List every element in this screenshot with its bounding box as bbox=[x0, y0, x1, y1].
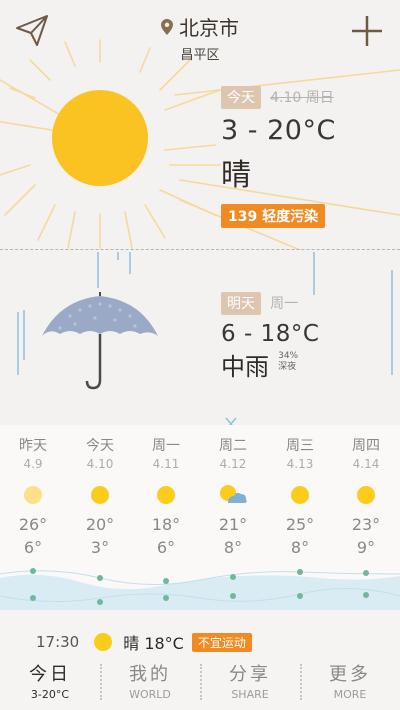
tomorrow-weekday: 周一 bbox=[270, 296, 299, 312]
today-temp: 3 - 20°C bbox=[221, 115, 336, 146]
tomorrow-panel: 明天 周一 6 - 18°C 中雨 34% 深夜 bbox=[0, 250, 400, 425]
sun-icon bbox=[91, 486, 109, 504]
forecast-low: 8° bbox=[290, 538, 310, 557]
rain-info: 34% 深夜 bbox=[278, 351, 298, 373]
forecast-icon-wrap bbox=[336, 479, 396, 511]
current-conditions: 17:30 晴 18°C 不宜运动 bbox=[36, 630, 252, 654]
forecast-icon-wrap bbox=[270, 479, 330, 511]
forecast-date: 4.12 bbox=[219, 457, 247, 471]
forecast-weekday: 周二 bbox=[219, 438, 247, 454]
forecast-icon-wrap bbox=[3, 479, 63, 511]
district-name: 昌平区 bbox=[180, 48, 220, 63]
sun-icon bbox=[24, 486, 42, 504]
partly-cloudy-icon bbox=[220, 485, 247, 503]
forecast-weekday: 今天 bbox=[86, 438, 114, 454]
sun-icon bbox=[291, 486, 309, 504]
forecast-weekday: 周一 bbox=[152, 438, 180, 454]
forecast-low: 6° bbox=[156, 538, 176, 557]
forecast-high: 26° bbox=[18, 515, 48, 534]
forecast-day[interactable]: 周一 4.11 18° 6° bbox=[136, 435, 196, 557]
forecast-low: 3° bbox=[90, 538, 110, 557]
rain-time: 深夜 bbox=[278, 362, 297, 372]
forecast-day[interactable]: 昨天 4.9 26° 6° bbox=[3, 435, 63, 557]
today-tag: 今天 bbox=[221, 86, 261, 109]
sun-icon bbox=[94, 633, 113, 651]
tab-share-label: 分享 bbox=[229, 664, 271, 685]
forecast-day[interactable]: 周三 4.13 25° 8° bbox=[270, 435, 330, 557]
forecast-high: 23° bbox=[351, 515, 381, 534]
tab-bar: 今日 3-20°C 我的 WORLD 分享 SHARE 更多 MORE bbox=[0, 660, 400, 701]
sun-icon bbox=[357, 486, 375, 504]
tab-world[interactable]: 我的 WORLD bbox=[100, 660, 200, 701]
rain-umbrella-illustration bbox=[17, 252, 393, 425]
tomorrow-tag: 明天 bbox=[221, 292, 261, 315]
tab-more-label: 更多 bbox=[329, 664, 371, 685]
rain-probability: 34% bbox=[278, 351, 299, 361]
tab-more-sub: MORE bbox=[333, 688, 367, 701]
today-date: 4.10 周日 bbox=[270, 90, 334, 106]
forecast-low: 9° bbox=[356, 538, 376, 557]
forecast-weekday: 周三 bbox=[286, 438, 314, 454]
forecast-weekday: 周四 bbox=[352, 438, 380, 454]
forecast-icon-wrap bbox=[136, 479, 196, 511]
tab-share-sub: SHARE bbox=[231, 688, 269, 701]
location-pin-icon bbox=[161, 18, 173, 35]
forecast-date: 4.9 bbox=[23, 457, 43, 471]
tomorrow-condition: 中雨 bbox=[221, 353, 269, 381]
tab-today-sub: 3-20°C bbox=[30, 688, 70, 701]
temperature-wave bbox=[0, 568, 400, 610]
forecast-day[interactable]: 今天 4.10 20° 3° bbox=[70, 435, 130, 557]
tab-world-sub: WORLD bbox=[129, 688, 171, 701]
today-info: 今天 4.10 周日 3 - 20°C 晴 139 轻度污染 bbox=[221, 86, 336, 228]
exercise-badge: 不宜运动 bbox=[191, 632, 252, 652]
location[interactable]: 北京市 昌平区 bbox=[0, 12, 400, 63]
tomorrow-info: 明天 周一 6 - 18°C 中雨 34% 深夜 bbox=[221, 292, 319, 382]
add-city-icon[interactable] bbox=[350, 14, 384, 48]
forecast-icon-wrap bbox=[203, 479, 263, 511]
aqi-badge[interactable]: 139 轻度污染 bbox=[221, 204, 326, 228]
forecast-date: 4.14 bbox=[352, 457, 380, 471]
forecast-date: 4.11 bbox=[152, 457, 180, 471]
tab-today[interactable]: 今日 3-20°C bbox=[0, 660, 100, 701]
tab-world-label: 我的 bbox=[129, 664, 171, 685]
forecast-high: 20° bbox=[85, 515, 115, 534]
forecast-date: 4.13 bbox=[286, 457, 314, 471]
forecast-high: 21° bbox=[218, 515, 248, 534]
forecast-day[interactable]: 周四 4.14 23° 9° bbox=[336, 435, 396, 557]
tab-share[interactable]: 分享 SHARE bbox=[200, 660, 300, 701]
city-name: 北京市 bbox=[179, 16, 239, 40]
tab-more[interactable]: 更多 MORE bbox=[300, 660, 400, 701]
city-name-row: 北京市 bbox=[161, 12, 239, 41]
forecast-date: 4.10 bbox=[86, 457, 114, 471]
forecast-strip: 昨天 4.9 26° 6° 今天 4.10 20° 3° 周一 4.11 18° 6° 周二 4.12 21… bbox=[0, 425, 400, 610]
tomorrow-temp: 6 - 18°C bbox=[221, 321, 320, 347]
forecast-day[interactable]: 周二 4.12 21° 8° bbox=[203, 435, 263, 557]
tab-today-label: 今日 bbox=[29, 664, 71, 685]
bottom-bar: 17:30 晴 18°C 不宜运动 今日 3-20°C 我的 WORLD 分享 … bbox=[0, 610, 400, 710]
current-weather: 晴 18°C bbox=[123, 634, 184, 653]
current-time: 17:30 bbox=[36, 633, 80, 651]
forecast-low: 6° bbox=[23, 538, 43, 557]
top-bar: 北京市 昌平区 bbox=[0, 0, 400, 63]
forecast-weekday: 昨天 bbox=[19, 438, 47, 454]
forecast-high: 18° bbox=[151, 515, 181, 534]
sun-icon bbox=[157, 486, 175, 504]
forecast-icon-wrap bbox=[70, 479, 130, 511]
today-condition: 晴 bbox=[221, 158, 251, 193]
forecast-low: 8° bbox=[223, 538, 243, 557]
forecast-high: 25° bbox=[285, 515, 315, 534]
